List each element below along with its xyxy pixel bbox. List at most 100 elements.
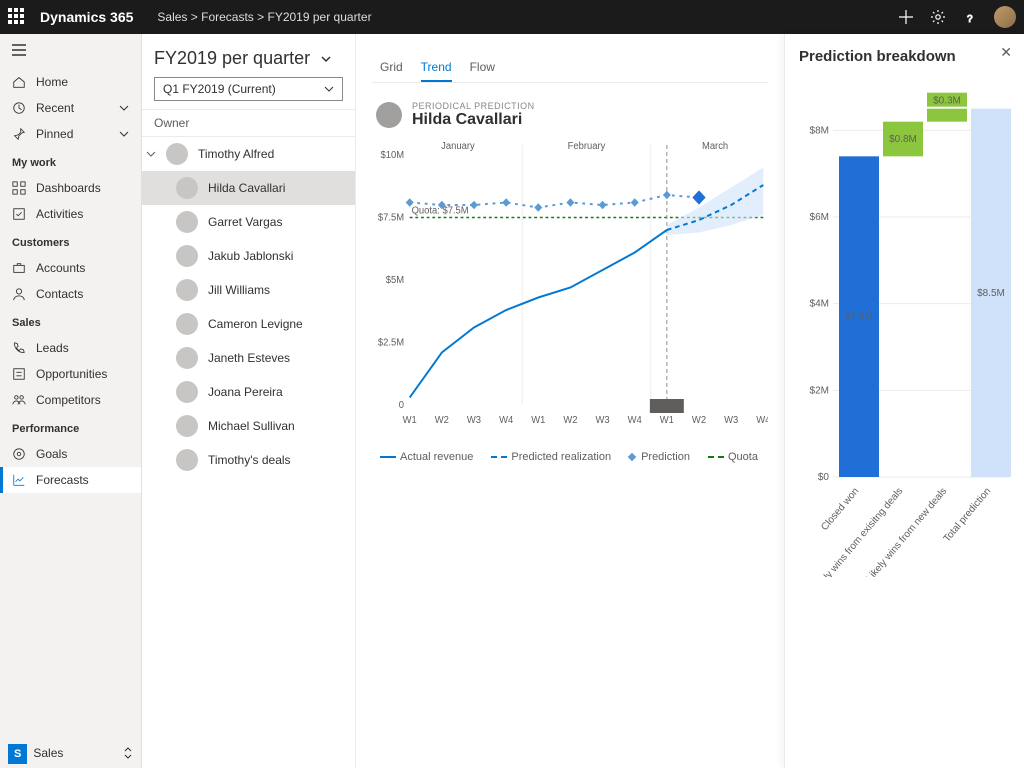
owner-row[interactable]: Joana Pereira xyxy=(142,375,355,409)
avatar xyxy=(176,245,198,267)
avatar xyxy=(176,211,198,233)
gear-icon[interactable] xyxy=(930,9,946,25)
svg-text:$8.5M: $8.5M xyxy=(977,288,1005,299)
breakdown-title: Prediction breakdown xyxy=(799,48,1010,65)
svg-text:February: February xyxy=(568,141,606,152)
nav-dashboards[interactable]: Dashboards xyxy=(0,175,141,201)
briefcase-icon xyxy=(12,261,26,275)
nav-leads[interactable]: Leads xyxy=(0,335,141,361)
user-avatar[interactable] xyxy=(994,6,1016,28)
list-icon xyxy=(12,367,26,381)
breakdown-chart: $0$2M$4M$6M$8M$7.4MClosed won$0.8MLikely… xyxy=(799,77,1011,577)
nav-group-customers: Customers xyxy=(0,227,141,255)
avatar xyxy=(176,279,198,301)
nav-group-sales: Sales xyxy=(0,307,141,335)
breadcrumb[interactable]: Sales > Forecasts > FY2019 per quarter xyxy=(157,10,371,24)
avatar xyxy=(176,177,198,199)
svg-text:$7.5M: $7.5M xyxy=(378,212,404,223)
chevron-down-icon xyxy=(119,103,129,113)
nav-toggle-icon[interactable] xyxy=(0,42,141,69)
close-icon[interactable]: ✕ xyxy=(1000,44,1012,61)
owner-row[interactable]: Jill Williams xyxy=(142,273,355,307)
topbar: Dynamics 365 Sales > Forecasts > FY2019 … xyxy=(0,0,1024,34)
svg-text:Closed won: Closed won xyxy=(819,486,861,533)
owner-root[interactable]: Timothy Alfred xyxy=(142,137,355,171)
chevron-down-icon xyxy=(119,129,129,139)
avatar xyxy=(176,381,198,403)
svg-text:W3: W3 xyxy=(596,415,610,426)
svg-text:$10M: $10M xyxy=(381,150,405,161)
nav-pinned[interactable]: Pinned xyxy=(0,121,141,147)
avatar xyxy=(176,415,198,437)
svg-text:W1: W1 xyxy=(660,415,674,426)
owner-row[interactable]: Michael Sullivan xyxy=(142,409,355,443)
svg-text:$7.4M: $7.4M xyxy=(845,312,873,323)
chevron-down-icon xyxy=(324,84,334,94)
nav-opportunities[interactable]: Opportunities xyxy=(0,361,141,387)
owner-row[interactable]: Jakub Jablonski xyxy=(142,239,355,273)
svg-text:Today: Today xyxy=(654,401,679,412)
svg-text:W4: W4 xyxy=(628,415,643,426)
owner-panel: FY2019 per quarter Q1 FY2019 (Current) O… xyxy=(142,34,356,768)
owner-row[interactable]: Timothy's deals xyxy=(142,443,355,477)
view-tabs: Grid Trend Flow xyxy=(372,46,768,83)
svg-text:$4M: $4M xyxy=(810,299,829,310)
nav-recent[interactable]: Recent xyxy=(0,95,141,121)
breakdown-panel: ✕ Prediction breakdown $0$2M$4M$6M$8M$7.… xyxy=(784,34,1024,768)
chart-kicker: PERIODICAL PREDICTION xyxy=(412,101,535,111)
svg-text:W3: W3 xyxy=(467,415,481,426)
svg-text:W2: W2 xyxy=(435,415,449,426)
nav-activities[interactable]: Activities xyxy=(0,201,141,227)
help-icon[interactable]: ? xyxy=(962,9,978,25)
page-title[interactable]: FY2019 per quarter xyxy=(154,48,343,69)
tab-flow[interactable]: Flow xyxy=(470,54,495,82)
svg-text:$2M: $2M xyxy=(810,385,829,396)
nav-goals[interactable]: Goals xyxy=(0,441,141,467)
svg-text:January: January xyxy=(441,141,475,152)
svg-text:0: 0 xyxy=(399,400,405,411)
nav-contacts[interactable]: Contacts xyxy=(0,281,141,307)
dashboard-icon xyxy=(12,181,26,195)
trend-chart: 0$2.5M$5M$7.5M$10MJanuaryFebruaryMarchW1… xyxy=(372,135,768,445)
legend-quota: Quota xyxy=(708,451,758,463)
home-icon xyxy=(12,75,26,89)
activity-icon xyxy=(12,207,26,221)
svg-text:?: ? xyxy=(967,14,973,25)
phone-icon xyxy=(12,341,26,355)
avatar xyxy=(176,347,198,369)
brand-label: Dynamics 365 xyxy=(40,9,133,25)
target-icon xyxy=(12,447,26,461)
owner-row[interactable]: Cameron Levigne xyxy=(142,307,355,341)
owner-row[interactable]: Hilda Cavallari xyxy=(142,171,355,205)
svg-text:$0.8M: $0.8M xyxy=(889,134,917,145)
svg-text:Total prediction: Total prediction xyxy=(942,486,994,545)
nav-forecasts[interactable]: Forecasts xyxy=(0,467,141,493)
app-launcher-icon[interactable] xyxy=(8,8,26,26)
legend-prediction: Prediction xyxy=(629,451,690,463)
owner-row[interactable]: Garret Vargas xyxy=(142,205,355,239)
pin-icon xyxy=(12,127,26,141)
svg-text:W4: W4 xyxy=(499,415,514,426)
nav-footer[interactable]: SSales xyxy=(0,738,141,768)
nav-accounts[interactable]: Accounts xyxy=(0,255,141,281)
plus-icon[interactable] xyxy=(898,9,914,25)
left-nav: Home Recent Pinned My work Dashboards Ac… xyxy=(0,34,142,768)
svg-text:W4: W4 xyxy=(756,415,768,426)
chart-legend: Actual revenue Predicted realization Pre… xyxy=(372,451,768,463)
nav-home[interactable]: Home xyxy=(0,69,141,95)
avatar xyxy=(376,102,402,128)
chart-icon xyxy=(12,473,26,487)
svg-text:Likely wins from new deals: Likely wins from new deals xyxy=(864,486,949,577)
tab-trend[interactable]: Trend xyxy=(421,54,452,82)
legend-actual: Actual revenue xyxy=(380,451,473,463)
owner-row[interactable]: Janeth Esteves xyxy=(142,341,355,375)
period-select[interactable]: Q1 FY2019 (Current) xyxy=(154,77,343,101)
tab-grid[interactable]: Grid xyxy=(380,54,403,82)
svg-text:W2: W2 xyxy=(692,415,706,426)
nav-competitors[interactable]: Competitors xyxy=(0,387,141,413)
sort-icon xyxy=(123,747,133,759)
svg-text:$2.5M: $2.5M xyxy=(378,337,404,348)
svg-text:W1: W1 xyxy=(403,415,417,426)
avatar xyxy=(176,449,198,471)
people-icon xyxy=(12,393,26,407)
